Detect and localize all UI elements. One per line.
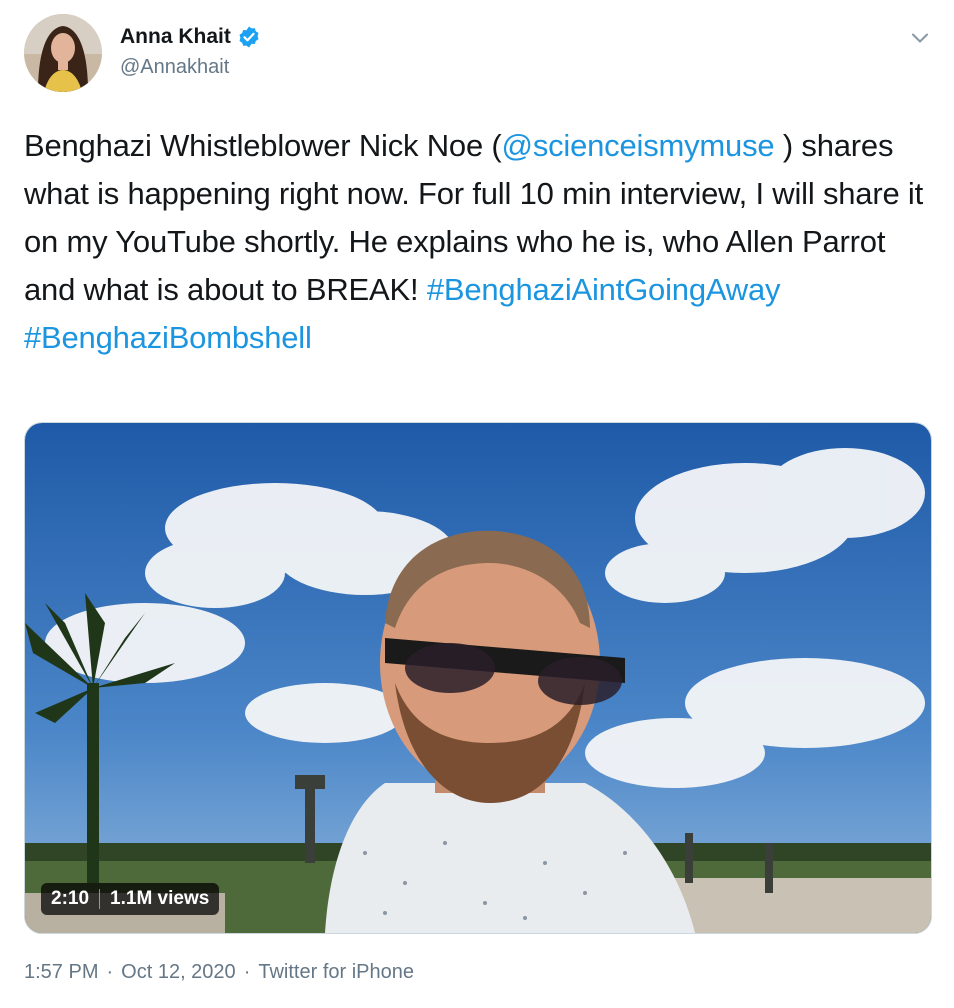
video-thumbnail xyxy=(25,423,931,933)
tweet-metadata: 1:57 PM · Oct 12, 2020 · Twitter for iPh… xyxy=(24,958,414,986)
tweet-text: Benghazi Whistleblower Nick Noe (@scienc… xyxy=(24,122,930,362)
tweet-header: Anna Khait @Annakhait xyxy=(22,14,932,96)
author-display-name[interactable]: Anna Khait xyxy=(120,24,231,50)
meta-separator: · xyxy=(106,961,114,983)
tweet-text-segment: Benghazi Whistleblower Nick Noe ( xyxy=(24,128,502,163)
chevron-down-icon[interactable] xyxy=(908,26,932,50)
author-names: Anna Khait @Annakhait xyxy=(120,24,261,80)
display-name-row: Anna Khait xyxy=(120,24,261,50)
hashtag-link[interactable]: #BenghaziAintGoingAway xyxy=(427,272,781,307)
tweet-source[interactable]: Twitter for iPhone xyxy=(258,958,414,986)
hashtag-link[interactable]: #BenghaziBombshell xyxy=(24,320,312,355)
tweet-date[interactable]: Oct 12, 2020 xyxy=(121,958,236,986)
avatar-image xyxy=(24,14,102,92)
meta-separator: · xyxy=(243,961,251,983)
video-duration: 2:10 xyxy=(51,888,90,909)
mention-link[interactable]: @scienceismymuse xyxy=(502,128,775,163)
author-handle[interactable]: @Annakhait xyxy=(120,54,261,80)
video-views: 1.1M views xyxy=(110,888,210,909)
avatar[interactable] xyxy=(24,14,102,92)
video-player[interactable]: 2:10 1.1M views xyxy=(24,422,932,934)
badge-divider xyxy=(99,889,101,909)
tweet-time[interactable]: 1:57 PM xyxy=(24,958,98,986)
verified-badge-icon xyxy=(237,25,261,49)
video-info-badge: 2:10 1.1M views xyxy=(41,883,220,915)
